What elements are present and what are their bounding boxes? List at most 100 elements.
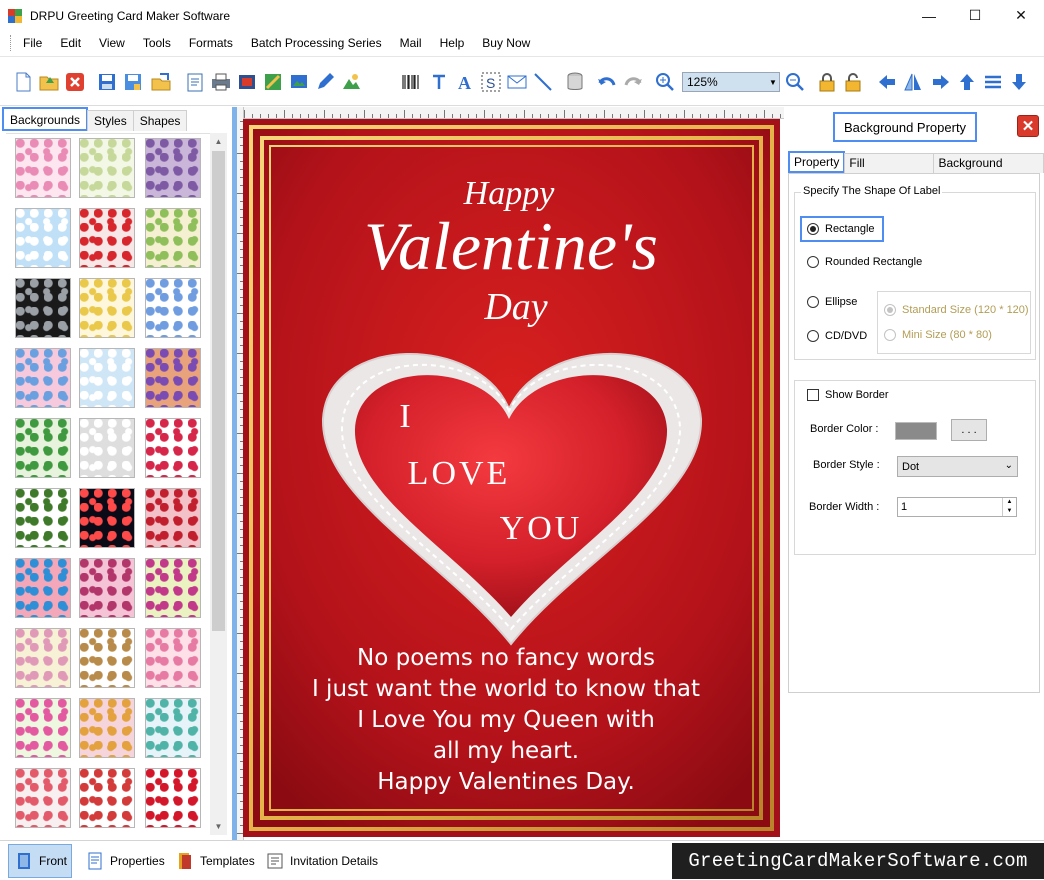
- background-thumbnail[interactable]: [79, 558, 135, 618]
- background-thumbnail[interactable]: [15, 418, 71, 478]
- show-border-checkbox[interactable]: [807, 389, 819, 401]
- lock-icon[interactable]: [816, 71, 838, 93]
- background-thumbnail[interactable]: [145, 138, 201, 198]
- background-thumbnail[interactable]: [15, 208, 71, 268]
- minimize-button[interactable]: —: [906, 0, 952, 31]
- text-icon[interactable]: [428, 71, 450, 93]
- bottom-tab-templates[interactable]: Templates: [176, 844, 255, 878]
- mail-icon[interactable]: [506, 71, 528, 93]
- barcode-icon[interactable]: [400, 71, 422, 93]
- bottom-tab-properties[interactable]: Properties: [86, 844, 165, 878]
- poem-line-2[interactable]: I just want the world to know that: [312, 676, 700, 702]
- card-heading-valentines[interactable]: Valentine's: [364, 208, 658, 284]
- close-file-icon[interactable]: [64, 71, 86, 93]
- bottom-tab-front[interactable]: Front: [8, 844, 72, 878]
- shape-icon[interactable]: [340, 71, 362, 93]
- background-thumbnail[interactable]: [145, 278, 201, 338]
- bottom-tab-invitation-details[interactable]: Invitation Details: [266, 844, 378, 878]
- properties-icon[interactable]: [184, 71, 206, 93]
- background-thumbnail[interactable]: [79, 488, 135, 548]
- redo-icon[interactable]: [622, 71, 644, 93]
- background-thumbnail[interactable]: [79, 418, 135, 478]
- save-icon[interactable]: [96, 71, 118, 93]
- background-thumbnail[interactable]: [15, 558, 71, 618]
- menu-buy-now[interactable]: Buy Now: [473, 31, 539, 55]
- poem-line-5[interactable]: Happy Valentines Day.: [377, 769, 635, 795]
- insert-image-icon[interactable]: [288, 71, 310, 93]
- zoom-out-icon[interactable]: [784, 71, 806, 93]
- word-art-icon[interactable]: A: [454, 71, 476, 93]
- background-thumbnail[interactable]: [145, 418, 201, 478]
- left-scrollbar[interactable]: ▲ ▼: [210, 133, 227, 835]
- menu-view[interactable]: View: [90, 31, 134, 55]
- maximize-button[interactable]: ☐: [952, 0, 998, 31]
- export-icon[interactable]: [150, 71, 172, 93]
- tab-property[interactable]: Property: [788, 151, 846, 173]
- tab-background-effects[interactable]: Background Effects: [933, 153, 1044, 189]
- unlock-icon[interactable]: [842, 71, 864, 93]
- heart-text-i[interactable]: I: [399, 398, 410, 435]
- new-icon[interactable]: [12, 71, 34, 93]
- background-thumbnail[interactable]: [15, 278, 71, 338]
- menu-batch-processing[interactable]: Batch Processing Series: [242, 31, 391, 55]
- background-thumbnail[interactable]: [79, 208, 135, 268]
- database-icon[interactable]: [564, 71, 586, 93]
- background-thumbnail[interactable]: [79, 138, 135, 198]
- tab-styles[interactable]: Styles: [87, 110, 134, 131]
- radio-rounded-rectangle[interactable]: [807, 256, 819, 268]
- print-icon[interactable]: [210, 71, 232, 93]
- poem-line-3[interactable]: I Love You my Queen with: [357, 707, 655, 733]
- background-thumbnail[interactable]: [15, 628, 71, 688]
- scroll-down-icon[interactable]: ▼: [210, 818, 227, 835]
- background-thumbnail[interactable]: [15, 138, 71, 198]
- arrow-down-icon[interactable]: [1008, 71, 1030, 93]
- menu-file[interactable]: File: [14, 31, 51, 55]
- scroll-thumb[interactable]: [212, 151, 225, 631]
- heart-text-love[interactable]: LOVE: [408, 455, 511, 492]
- align-icon[interactable]: [982, 71, 1004, 93]
- arrow-up-icon[interactable]: [956, 71, 978, 93]
- radio-rectangle[interactable]: [807, 223, 819, 235]
- poem-line-1[interactable]: No poems no fancy words: [357, 645, 655, 671]
- background-thumbnail[interactable]: [79, 698, 135, 758]
- background-thumbnail[interactable]: [145, 628, 201, 688]
- mirror-icon[interactable]: [902, 71, 924, 93]
- tab-shapes[interactable]: Shapes: [132, 110, 188, 131]
- tab-backgrounds[interactable]: Backgrounds: [2, 107, 89, 131]
- close-window-button[interactable]: ✕: [998, 0, 1044, 31]
- background-thumbnail[interactable]: [15, 488, 71, 548]
- menu-edit[interactable]: Edit: [51, 31, 90, 55]
- open-icon[interactable]: [38, 71, 60, 93]
- background-thumbnail[interactable]: [15, 768, 71, 828]
- close-panel-button[interactable]: ✕: [1017, 115, 1039, 137]
- show-border[interactable]: Show Border: [807, 389, 889, 401]
- zoom-in-icon[interactable]: [654, 71, 676, 93]
- print-preview-icon[interactable]: [236, 71, 258, 93]
- radio-cd-dvd[interactable]: [807, 330, 819, 342]
- menu-help[interactable]: Help: [431, 31, 474, 55]
- save-as-icon[interactable]: [122, 71, 144, 93]
- card-heading-happy[interactable]: Happy: [463, 175, 556, 212]
- zoom-select[interactable]: 125% ▼: [682, 72, 780, 92]
- menu-tools[interactable]: Tools: [134, 31, 180, 55]
- menu-mail[interactable]: Mail: [391, 31, 431, 55]
- background-thumbnail[interactable]: [15, 348, 71, 408]
- undo-icon[interactable]: [596, 71, 618, 93]
- background-thumbnail[interactable]: [145, 208, 201, 268]
- poem-line-4[interactable]: all my heart.: [433, 738, 579, 764]
- background-thumbnail[interactable]: [15, 698, 71, 758]
- greeting-card[interactable]: Happy Valentine's Day I LOVE YOU No poem…: [243, 119, 780, 837]
- background-thumbnail[interactable]: [145, 348, 201, 408]
- shape-rectangle[interactable]: Rectangle: [807, 223, 875, 235]
- image-export-icon[interactable]: [262, 71, 284, 93]
- heart-text-you[interactable]: YOU: [500, 510, 583, 547]
- background-thumbnail[interactable]: [145, 558, 201, 618]
- scroll-up-icon[interactable]: ▲: [210, 133, 227, 150]
- border-width-input[interactable]: 1 ▲ ▼: [897, 497, 1017, 517]
- tab-fill-background[interactable]: Fill Background: [844, 153, 935, 189]
- background-thumbnail[interactable]: [79, 348, 135, 408]
- background-thumbnail[interactable]: [145, 768, 201, 828]
- menu-formats[interactable]: Formats: [180, 31, 242, 55]
- background-thumbnail[interactable]: [79, 278, 135, 338]
- shape-cd-dvd[interactable]: CD/DVD: [807, 330, 867, 342]
